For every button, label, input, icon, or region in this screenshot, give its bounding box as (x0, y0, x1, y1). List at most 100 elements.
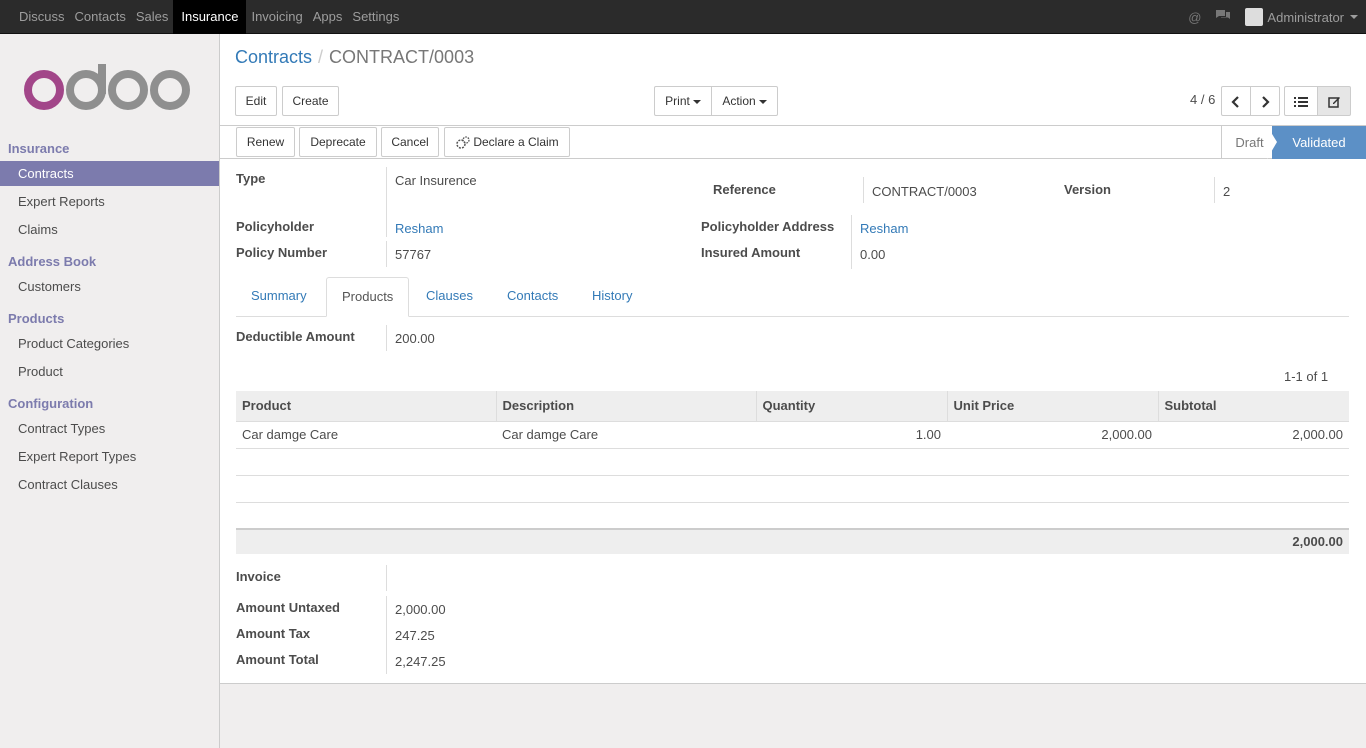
control-panel: Contracts / CONTRACT/0003 Edit Create Prin… (220, 34, 1366, 126)
product-lines-table: Product Description Quantity Unit Price … (236, 391, 1349, 530)
tab-history[interactable]: History (577, 277, 647, 317)
sidebar-item-expert-report-types[interactable]: Expert Report Types (0, 444, 219, 469)
cell-subtotal: 2,000.00 (1158, 421, 1349, 449)
table-header-row: Product Description Quantity Unit Price … (236, 391, 1349, 422)
column-unit-price[interactable]: Unit Price (947, 391, 1159, 422)
edit-icon (1327, 97, 1340, 109)
list-icon (1294, 96, 1308, 107)
lines-pager[interactable]: 1-1 of 1 (1284, 369, 1328, 384)
column-description[interactable]: Description (496, 391, 757, 422)
field-divider (851, 215, 852, 269)
amount-total-value: 2,247.25 (395, 654, 446, 669)
pager-value[interactable]: 4 / 6 (1190, 92, 1215, 107)
tab-clauses[interactable]: Clauses (411, 277, 488, 317)
cell-unit-price: 2,000.00 (947, 421, 1158, 449)
cell-product: Car damge Care (236, 421, 496, 449)
column-quantity[interactable]: Quantity (756, 391, 948, 422)
form-sheet: Type Car Insurence Reference CONTRACT/00… (220, 159, 1366, 684)
sidebar: Insurance Contracts Expert Reports Claim… (0, 34, 220, 748)
list-view-button[interactable] (1284, 86, 1318, 116)
breadcrumb-contracts[interactable]: Contracts (235, 47, 312, 67)
insured-amount-label: Insured Amount (701, 245, 801, 260)
renew-button[interactable]: Renew (236, 127, 295, 157)
sidebar-item-contract-types[interactable]: Contract Types (0, 416, 219, 441)
lines-total: 2,000.00 (236, 528, 1349, 554)
sidebar-group-products: Products (8, 311, 65, 326)
create-button[interactable]: Create (282, 86, 339, 116)
menu-discuss[interactable]: Discuss (14, 0, 70, 34)
sidebar-item-customers[interactable]: Customers (0, 274, 219, 299)
sidebar-item-product-categories[interactable]: Product Categories (0, 331, 219, 356)
tab-contacts[interactable]: Contacts (492, 277, 573, 317)
menu-contacts[interactable]: Contacts (70, 0, 131, 34)
amount-untaxed-value: 2,000.00 (395, 602, 446, 617)
form-view-button[interactable] (1317, 86, 1351, 116)
chevron-down-icon (1350, 15, 1358, 19)
top-menu: Discuss Contacts Sales Insurance Invoici… (14, 0, 404, 34)
field-divider (386, 241, 387, 267)
at-icon[interactable]: @ (1188, 10, 1201, 25)
field-divider (386, 565, 387, 591)
sidebar-item-contracts[interactable]: Contracts (0, 161, 219, 186)
print-label: Print (665, 94, 690, 108)
policyholder-label: Policyholder (236, 219, 315, 234)
notebook-tabs: Summary Products Clauses Contacts Histor… (236, 277, 1349, 317)
sidebar-group-insurance: Insurance (8, 141, 70, 156)
field-divider (386, 325, 387, 351)
insured-amount-value: 0.00 (860, 247, 886, 262)
menu-invoicing[interactable]: Invoicing (246, 0, 307, 34)
pager-next-button[interactable] (1250, 86, 1280, 116)
field-divider (863, 177, 864, 203)
field-divider (386, 596, 387, 674)
declare-claim-label: Declare a Claim (473, 135, 559, 149)
cancel-button[interactable]: Cancel (381, 127, 439, 157)
breadcrumb-separator: / (318, 47, 324, 67)
stage-arrow (1267, 126, 1277, 159)
type-label: Type (236, 171, 266, 186)
breadcrumb: Contracts / CONTRACT/0003 (235, 47, 474, 68)
field-divider (1214, 177, 1215, 203)
sidebar-item-contract-clauses[interactable]: Contract Clauses (0, 472, 219, 497)
edit-button[interactable]: Edit (235, 86, 277, 116)
type-value: Car Insurence (395, 173, 477, 188)
amount-tax-value: 247.25 (395, 628, 435, 643)
amount-tax-label: Amount Tax (236, 626, 311, 641)
sidebar-item-expert-reports[interactable]: Expert Reports (0, 189, 219, 214)
deprecate-button[interactable]: Deprecate (299, 127, 377, 157)
tab-summary[interactable]: Summary (236, 277, 322, 317)
policy-number-value: 57767 (395, 247, 432, 262)
reference-value: CONTRACT/0003 (872, 184, 977, 199)
menu-apps[interactable]: Apps (308, 0, 348, 34)
sidebar-item-claims[interactable]: Claims (0, 217, 219, 242)
empty-row (236, 475, 1349, 503)
policy-number-label: Policy Number (236, 245, 328, 260)
menu-sales[interactable]: Sales (131, 0, 174, 34)
menu-settings[interactable]: Settings (347, 0, 404, 34)
action-dropdown[interactable]: Action (711, 86, 778, 116)
table-row[interactable]: Car damge Care Car damge Care 1.00 2,000… (236, 421, 1349, 449)
policyholder-link[interactable]: Resham (395, 221, 443, 236)
declare-claim-button[interactable]: Declare a Claim (444, 127, 570, 157)
pager-previous-button[interactable] (1221, 86, 1251, 116)
policyholder-address-link[interactable]: Resham (860, 221, 908, 236)
chat-icon[interactable] (1215, 9, 1231, 25)
deductible-amount-value: 200.00 (395, 331, 435, 346)
empty-row (236, 502, 1349, 530)
menu-insurance[interactable]: Insurance (173, 0, 247, 34)
sidebar-item-product[interactable]: Product (0, 359, 219, 384)
stage-validated[interactable]: Validated (1272, 126, 1366, 159)
column-subtotal[interactable]: Subtotal (1158, 391, 1349, 422)
tab-products[interactable]: Products (326, 277, 410, 317)
column-product[interactable]: Product (236, 391, 497, 422)
sidebar-group-address-book: Address Book (8, 254, 97, 269)
cell-description: Car damge Care (496, 421, 756, 449)
user-area: @ Administrator (1188, 0, 1358, 34)
field-divider (386, 167, 387, 237)
chevron-right-icon (1262, 96, 1270, 108)
version-label: Version (1064, 182, 1111, 197)
user-menu[interactable]: Administrator (1267, 10, 1344, 25)
avatar[interactable] (1245, 8, 1264, 26)
odoo-logo (24, 64, 190, 110)
chevron-down-icon (692, 99, 701, 104)
print-dropdown[interactable]: Print (654, 86, 712, 116)
